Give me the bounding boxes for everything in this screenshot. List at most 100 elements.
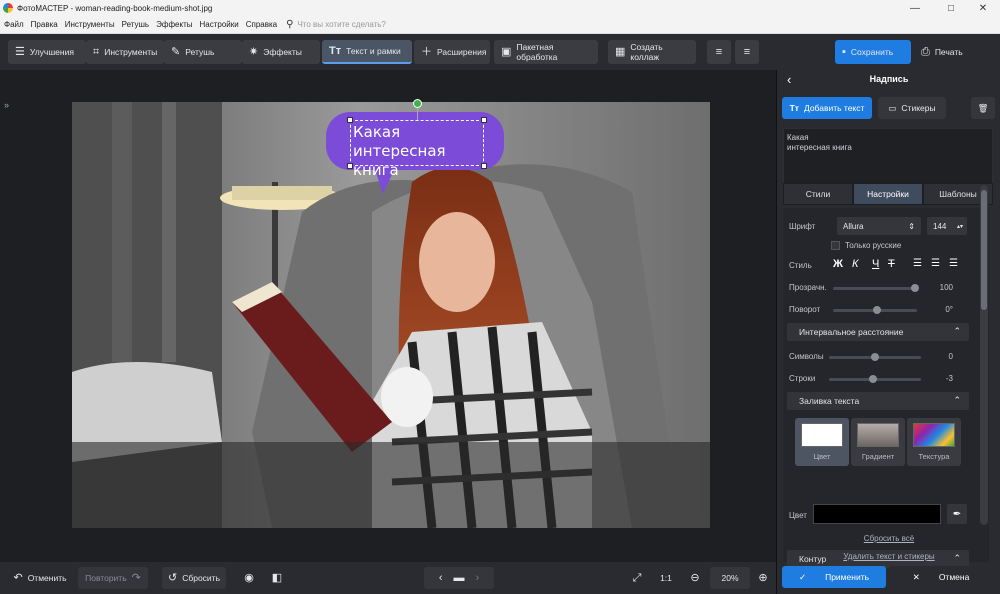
- underline-button[interactable]: Ч: [872, 258, 879, 270]
- close-icon: ✕: [912, 571, 920, 582]
- fill-section-header[interactable]: Заливка текста ⌃: [787, 392, 969, 410]
- stickers-button[interactable]: ▭ Стикеры: [878, 97, 946, 119]
- outline-color-swatch[interactable]: [813, 504, 941, 524]
- fill-color-option[interactable]: Цвет: [795, 418, 849, 466]
- slider-knob[interactable]: [869, 375, 877, 383]
- fill-gradient-option[interactable]: Градиент: [851, 418, 905, 466]
- minimize-button[interactable]: —: [898, 0, 932, 16]
- gradient-swatch: [857, 423, 899, 447]
- menu-help[interactable]: Справка: [242, 20, 280, 29]
- outline-color-label: Цвет: [789, 511, 807, 520]
- cancel-button[interactable]: ✕ Отмена: [889, 566, 993, 588]
- maximize-button[interactable]: □: [934, 0, 968, 16]
- align-right-icon[interactable]: ☰: [949, 258, 958, 269]
- fill-texture-option[interactable]: Текстура: [907, 418, 961, 466]
- reset-all-link[interactable]: Сбросить всё: [837, 534, 941, 543]
- align-center-icon[interactable]: ☰: [931, 258, 940, 269]
- stickers-label: Стикеры: [901, 103, 936, 113]
- menu-file[interactable]: Файл: [0, 20, 27, 29]
- next-arrow-icon[interactable]: ›: [476, 572, 480, 584]
- opacity-slider[interactable]: [833, 284, 919, 292]
- spacing-section-header[interactable]: Интервальное расстояние ⌃: [787, 323, 969, 341]
- menu-tools[interactable]: Инструменты: [61, 20, 118, 29]
- redo-button[interactable]: Повторить ↷: [78, 567, 148, 589]
- resize-handle[interactable]: [481, 117, 487, 123]
- rotation-value: 0°: [945, 305, 953, 314]
- lines-label: Строки: [789, 374, 816, 383]
- resize-handle[interactable]: [347, 163, 353, 169]
- back-arrow-icon[interactable]: ‹: [787, 72, 791, 87]
- resize-handle[interactable]: [481, 163, 487, 169]
- rotation-slider[interactable]: [833, 306, 917, 314]
- tab-retouch[interactable]: ✎ Ретушь: [164, 40, 242, 64]
- resize-handle[interactable]: [347, 117, 353, 123]
- folder-icon[interactable]: ▬: [454, 572, 465, 584]
- menu-edit[interactable]: Правка: [27, 20, 61, 29]
- text-frame[interactable]: Какая интересная книга: [350, 120, 484, 179]
- font-size-stepper[interactable]: 144 ▴▾: [927, 217, 967, 235]
- bold-button[interactable]: Ж: [833, 258, 843, 270]
- slider-knob[interactable]: [911, 284, 919, 292]
- russian-only-checkbox[interactable]: [831, 241, 840, 250]
- rotate-handle[interactable]: [413, 99, 422, 108]
- preview-button[interactable]: ◉: [238, 567, 260, 589]
- print-button[interactable]: ⎙ Печать: [914, 40, 994, 64]
- sparkle-icon: ✷: [249, 45, 259, 58]
- tab-styles[interactable]: Стили: [783, 183, 853, 205]
- slider-knob[interactable]: [873, 306, 881, 314]
- compare-button[interactable]: ◧: [266, 567, 288, 589]
- history-add-button[interactable]: ≡: [707, 40, 731, 64]
- menu-retouch[interactable]: Ретушь: [118, 20, 153, 29]
- floppy-icon: ▪: [842, 45, 846, 58]
- tab-enhance[interactable]: ☰ Улучшения: [8, 40, 86, 64]
- tab-tools[interactable]: ⌗ Инструменты: [86, 40, 164, 64]
- history-info-button[interactable]: ≡: [735, 40, 759, 64]
- text-input-line: интересная книга: [787, 143, 852, 152]
- strikethrough-button[interactable]: Т: [888, 258, 895, 270]
- font-select[interactable]: Allura ⇕: [837, 217, 921, 235]
- menu-search[interactable]: ⚲ Что вы хотите сделать?: [286, 19, 386, 30]
- zoom-out-button[interactable]: ⊖: [684, 567, 706, 589]
- undo-button[interactable]: ↶ Отменить: [6, 567, 74, 589]
- apply-button[interactable]: ✓ Применить: [782, 566, 886, 588]
- lines-slider[interactable]: [829, 375, 921, 383]
- tab-extensions[interactable]: ＋ Расширения: [414, 40, 490, 64]
- scrollbar-thumb[interactable]: [981, 190, 987, 310]
- text-input[interactable]: Какая интересная книга: [783, 128, 993, 184]
- tab-label: Создать коллаж: [630, 42, 663, 62]
- zoom-level[interactable]: 20%: [710, 567, 750, 589]
- opacity-value: 100: [939, 283, 953, 292]
- delete-all-link[interactable]: Удалить текст и стикеры: [817, 552, 961, 561]
- tab-collage[interactable]: ▦ Создать коллаж: [608, 40, 696, 64]
- fit-screen-button[interactable]: ⤢: [626, 567, 648, 589]
- eyedropper-icon[interactable]: ✒: [947, 504, 967, 524]
- reset-button[interactable]: ↺ Сбросить: [162, 567, 226, 589]
- search-input[interactable]: Что вы хотите сделать?: [297, 20, 385, 29]
- tab-effects[interactable]: ✷ Эффекты: [242, 40, 320, 64]
- align-left-icon[interactable]: ☰: [913, 258, 922, 269]
- prev-arrow-icon[interactable]: ‹: [439, 572, 443, 584]
- save-button[interactable]: ▪ Сохранить: [835, 40, 911, 64]
- italic-button[interactable]: К: [852, 258, 858, 270]
- tab-settings[interactable]: Настройки: [853, 183, 923, 205]
- texture-swatch: [913, 423, 955, 447]
- list-add-icon: ≡: [715, 45, 723, 58]
- close-window-button[interactable]: ✕: [966, 0, 1000, 16]
- sliders-icon: ☰: [15, 45, 25, 58]
- delete-button[interactable]: 🗑: [971, 97, 995, 119]
- menu-effects[interactable]: Эффекты: [152, 20, 195, 29]
- section-title: Заливка текста: [799, 396, 860, 406]
- chars-slider[interactable]: [829, 353, 921, 361]
- slider-knob[interactable]: [871, 353, 879, 361]
- expand-panel-icon[interactable]: »: [4, 100, 16, 112]
- brush-icon: ✎: [171, 45, 181, 58]
- actual-size-button[interactable]: 1:1: [654, 567, 678, 589]
- font-value: Allura: [843, 221, 864, 231]
- tab-batch[interactable]: ▣ Пакетная обработка: [494, 40, 598, 64]
- tab-label: Инструменты: [104, 47, 158, 57]
- fill-option-label: Цвет: [813, 452, 831, 461]
- menu-settings[interactable]: Настройки: [195, 20, 241, 29]
- zoom-in-button[interactable]: ⊕: [752, 567, 774, 589]
- add-text-button[interactable]: Tт Добавить текст: [782, 97, 872, 119]
- tab-text-frames[interactable]: Tт Текст и рамки: [322, 40, 412, 64]
